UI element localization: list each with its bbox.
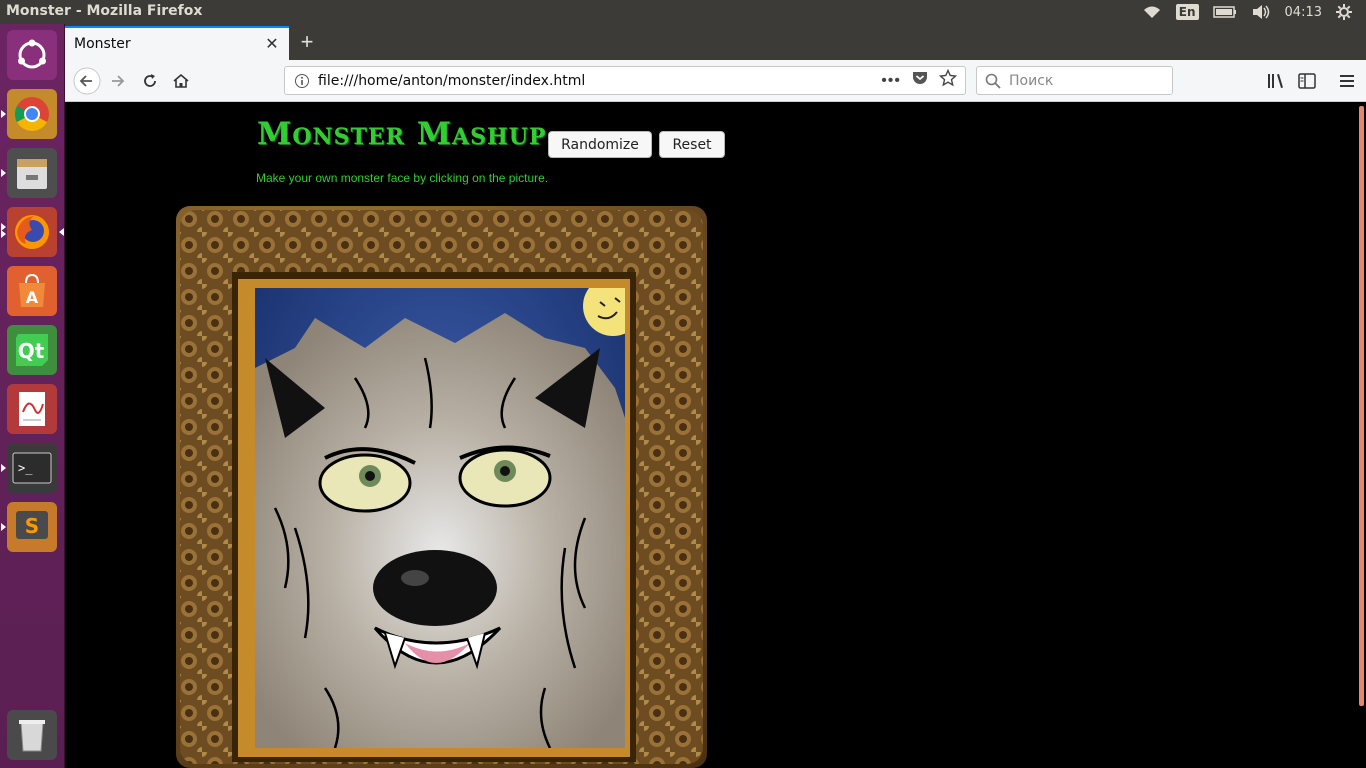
new-tab-plus-icon[interactable]: +	[295, 29, 319, 54]
trash-icon[interactable]	[7, 710, 57, 760]
qt-creator-icon[interactable]: Qt	[7, 325, 57, 375]
address-bar[interactable]: file:///home/anton/monster/index.html ••…	[284, 66, 966, 95]
ubuntu-dash-icon[interactable]	[7, 30, 57, 80]
sidebar-toggle-icon[interactable]	[1291, 65, 1323, 97]
settings-gear-icon[interactable]	[1336, 4, 1352, 20]
monster-face-picture[interactable]	[255, 288, 625, 748]
search-icon	[985, 73, 1001, 89]
terminal-icon[interactable]: >_	[7, 443, 57, 493]
page-actions-ellipsis-icon[interactable]: •••	[881, 72, 901, 90]
page-title: Monster Mashup	[257, 116, 547, 152]
scrollbar-thumb[interactable]	[1359, 106, 1364, 706]
battery-icon[interactable]	[1212, 6, 1237, 18]
forward-arrow-icon[interactable]	[102, 65, 134, 97]
hamburger-menu-icon[interactable]	[1331, 65, 1363, 97]
close-tab-icon[interactable]: ✕	[261, 33, 283, 55]
randomize-button[interactable]: Randomize	[548, 131, 652, 158]
tab-title: Monster	[74, 36, 131, 52]
wifi-icon[interactable]	[1142, 5, 1162, 19]
running-indicator-icon	[1, 523, 6, 531]
reload-icon[interactable]	[134, 65, 166, 97]
tab-monster[interactable]: Monster ✕	[65, 26, 289, 60]
home-icon[interactable]	[165, 65, 197, 97]
back-button[interactable]	[71, 65, 103, 97]
reset-button[interactable]: Reset	[659, 131, 725, 158]
bookmark-star-icon[interactable]	[938, 68, 958, 92]
volume-icon[interactable]	[1251, 4, 1271, 20]
system-tray: En 04:13	[1142, 0, 1366, 24]
svg-text:A: A	[26, 288, 39, 307]
instructions-text: Make your own monster face by clicking o…	[256, 171, 549, 185]
navigation-toolbar: file:///home/anton/monster/index.html ••…	[65, 60, 1366, 102]
running-indicator-icon	[1, 230, 6, 238]
software-center-icon[interactable]: A	[7, 266, 57, 316]
url-text[interactable]: file:///home/anton/monster/index.html	[318, 73, 881, 89]
chrome-icon[interactable]	[7, 89, 57, 139]
clock[interactable]: 04:13	[1285, 5, 1322, 20]
running-indicator-icon	[1, 169, 6, 177]
files-icon[interactable]	[7, 148, 57, 198]
svg-text:S: S	[25, 514, 39, 538]
sublime-text-icon[interactable]: S	[7, 502, 57, 552]
keyboard-layout-indicator[interactable]: En	[1175, 4, 1199, 20]
document-viewer-icon[interactable]	[7, 384, 57, 434]
window-title: Monster - Mozilla Firefox	[6, 3, 203, 19]
search-bar[interactable]: Поиск	[976, 66, 1173, 95]
tab-strip: Monster ✕ +	[65, 24, 1366, 60]
svg-text:>_: >_	[18, 461, 33, 475]
info-icon[interactable]	[294, 73, 310, 94]
werewolf-face-icon[interactable]	[255, 288, 625, 748]
ornate-frame	[176, 206, 707, 768]
page-scrollbar[interactable]	[1356, 102, 1366, 768]
page-content: Monster Mashup Randomize Reset Make your…	[65, 102, 1356, 768]
top-panel: Monster - Mozilla Firefox En 04:13	[0, 0, 1366, 24]
unity-launcher: A Qt >_ S	[0, 24, 65, 768]
active-indicator-icon	[59, 228, 64, 236]
running-indicator-icon	[1, 110, 6, 118]
pocket-icon[interactable]	[911, 70, 929, 91]
library-icon[interactable]	[1260, 65, 1292, 97]
svg-text:Qt: Qt	[18, 339, 45, 363]
running-indicator-icon	[1, 464, 6, 472]
firefox-icon[interactable]	[7, 207, 57, 257]
search-placeholder: Поиск	[1009, 72, 1054, 89]
